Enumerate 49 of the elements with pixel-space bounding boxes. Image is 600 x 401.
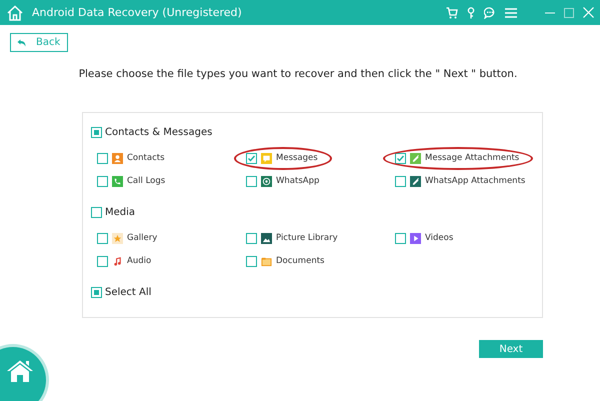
file-type-label: Call Logs xyxy=(127,176,166,186)
checkbox[interactable] xyxy=(91,206,102,218)
cart-icon[interactable] xyxy=(446,6,458,18)
file-type-label: Gallery xyxy=(127,233,158,243)
close-icon[interactable] xyxy=(583,7,594,18)
file-type-label: Audio xyxy=(127,256,152,266)
chat-bubble-icon xyxy=(261,152,272,164)
file-type-label: Message Attachments xyxy=(425,153,520,163)
checkbox[interactable] xyxy=(97,232,108,244)
music-note-icon xyxy=(112,256,123,266)
group-label: Media xyxy=(105,206,136,218)
home-icon xyxy=(6,359,34,383)
image-icon xyxy=(261,232,272,244)
folder-icon xyxy=(261,256,272,266)
file-type-label: Picture Library xyxy=(276,233,338,243)
checkbox[interactable] xyxy=(91,126,102,138)
chat-icon[interactable] xyxy=(484,6,496,18)
play-icon xyxy=(410,232,421,244)
checkbox[interactable] xyxy=(246,256,257,266)
select-all-label: Select All xyxy=(105,286,152,298)
menu-icon[interactable] xyxy=(505,8,517,18)
checkbox[interactable] xyxy=(395,176,406,186)
checkbox[interactable] xyxy=(97,256,108,266)
checkbox[interactable] xyxy=(246,232,257,244)
checkbox[interactable] xyxy=(97,152,108,164)
file-type-label: Contacts xyxy=(127,153,164,163)
maximize-icon[interactable] xyxy=(564,8,574,18)
key-icon[interactable] xyxy=(467,6,475,18)
group-label: Contacts & Messages xyxy=(105,126,212,138)
window-title: Android Data Recovery (Unregistered) xyxy=(32,6,243,19)
checkbox[interactable] xyxy=(97,176,108,186)
checkbox[interactable] xyxy=(91,286,102,298)
checkbox[interactable] xyxy=(395,152,406,164)
checkbox[interactable] xyxy=(395,232,406,244)
file-type-label: Messages xyxy=(276,153,318,163)
phone-icon xyxy=(112,176,123,186)
file-type-label: Videos xyxy=(425,233,454,243)
person-icon xyxy=(112,152,123,164)
back-button[interactable]: Back xyxy=(10,33,68,52)
file-type-label: WhatsApp Attachments xyxy=(425,176,526,186)
file-type-label: WhatsApp xyxy=(276,176,320,186)
home-icon[interactable] xyxy=(6,4,24,22)
checkbox[interactable] xyxy=(246,152,257,164)
star-icon xyxy=(112,232,123,244)
next-button[interactable]: Next xyxy=(479,340,543,358)
checkbox[interactable] xyxy=(246,176,257,186)
back-arrow-icon xyxy=(17,38,26,46)
file-type-label: Documents xyxy=(276,256,324,266)
instruction-text: Please choose the file types you want to recover and then click the " Next " button. xyxy=(78,68,518,80)
